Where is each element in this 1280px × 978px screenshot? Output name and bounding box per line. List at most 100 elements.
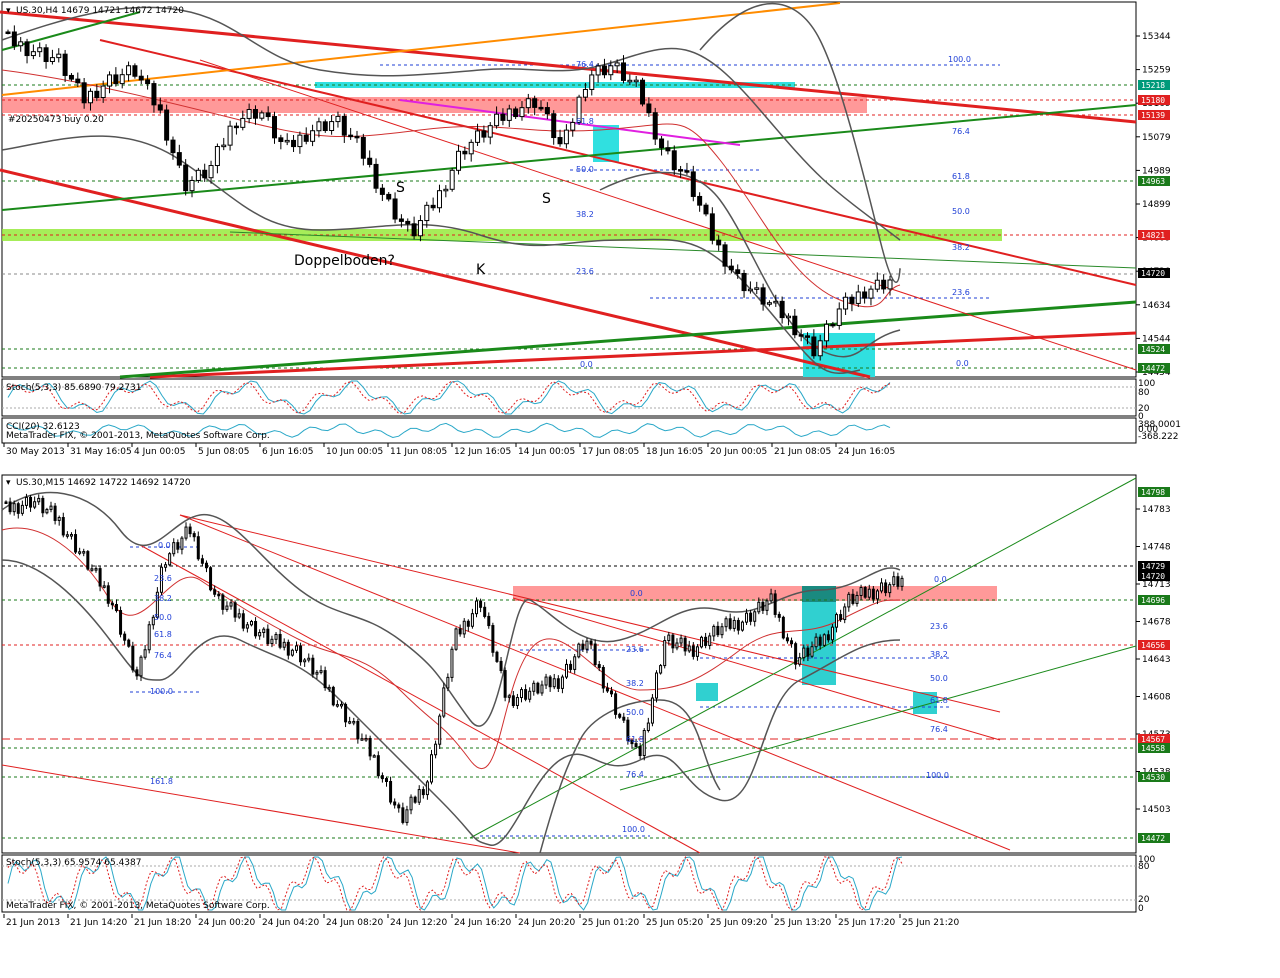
candle-body bbox=[138, 75, 144, 81]
fib-label: 23.6 bbox=[626, 645, 644, 654]
candle-body bbox=[110, 602, 114, 606]
candle-body bbox=[824, 323, 830, 342]
y-tick-label: 14503 bbox=[1142, 805, 1171, 815]
candle-body bbox=[299, 645, 303, 663]
candle-body bbox=[500, 113, 506, 121]
candle-body bbox=[695, 646, 699, 657]
candle-body bbox=[373, 163, 379, 189]
candle-body bbox=[871, 588, 875, 600]
candle-body bbox=[380, 775, 384, 780]
candle-body bbox=[258, 632, 262, 637]
x-tick-label: 12 Jun 16:05 bbox=[454, 447, 511, 457]
candle-body bbox=[303, 659, 307, 663]
price-label: 14567 bbox=[1141, 735, 1165, 744]
candle-body bbox=[703, 204, 709, 215]
y-tick-label: 14899 bbox=[1142, 200, 1171, 210]
candle-body bbox=[781, 616, 785, 639]
candle-body bbox=[544, 676, 548, 686]
candle-body bbox=[107, 74, 113, 87]
candle-body bbox=[135, 669, 139, 677]
y-tick-label: 14643 bbox=[1142, 655, 1171, 665]
candle-body bbox=[690, 171, 696, 197]
candle-body bbox=[11, 31, 17, 47]
candle-body bbox=[237, 613, 241, 618]
candle-body bbox=[595, 65, 601, 76]
price-label: 14558 bbox=[1141, 744, 1165, 753]
candle-body bbox=[354, 135, 360, 139]
x-tick-label: 24 Jun 00:20 bbox=[198, 918, 255, 928]
candle-body bbox=[683, 637, 687, 652]
candle-body bbox=[434, 743, 438, 756]
candle-body bbox=[798, 334, 804, 337]
candle-body bbox=[573, 656, 577, 670]
h4-panel[interactable]: 76.4 61.8 50.0 38.2 23.6 0.0 100.0 76.4 … bbox=[0, 1, 1171, 379]
candle-body bbox=[520, 689, 524, 699]
candle-body bbox=[503, 670, 507, 698]
candle-body bbox=[225, 605, 229, 610]
candle-body bbox=[270, 638, 274, 645]
candle-body bbox=[449, 169, 455, 190]
candle-body bbox=[659, 138, 665, 149]
candle-body bbox=[127, 639, 131, 647]
candle-body bbox=[826, 634, 830, 641]
dropdown-arrow-icon[interactable]: ▾ bbox=[6, 478, 11, 488]
candle-body bbox=[74, 534, 78, 553]
candle-body bbox=[863, 587, 867, 598]
candle-body bbox=[479, 600, 483, 608]
candle-body bbox=[68, 74, 74, 80]
candle-body bbox=[761, 601, 765, 611]
copyright-text: MetaTrader FIX, © 2001-2013, MetaQuotes … bbox=[6, 901, 270, 911]
candle-body bbox=[398, 218, 404, 222]
candle-body bbox=[760, 287, 766, 305]
candle-body bbox=[94, 90, 100, 98]
fib-label: 23.6 bbox=[154, 574, 172, 583]
x-tick-label: 6 Jun 16:05 bbox=[262, 447, 313, 457]
fib-label: 100.0 bbox=[150, 687, 173, 696]
price-label: 14729 bbox=[1141, 562, 1165, 571]
annotation-doppelboden: Doppelboden? bbox=[294, 253, 395, 269]
candle-body bbox=[307, 657, 311, 661]
candle-body bbox=[700, 636, 704, 648]
candle-body bbox=[665, 147, 671, 152]
candle-body bbox=[266, 628, 270, 645]
candle-body bbox=[581, 643, 585, 650]
dropdown-arrow-icon[interactable]: ▾ bbox=[6, 6, 11, 16]
candle-body bbox=[528, 690, 532, 700]
candle-body bbox=[513, 108, 519, 118]
candle-body bbox=[757, 601, 761, 613]
candle-body bbox=[16, 503, 20, 514]
candle-body bbox=[368, 737, 372, 757]
candle-body bbox=[556, 678, 560, 689]
candle-body bbox=[297, 134, 303, 148]
x-tick-label: 24 Jun 20:20 bbox=[518, 918, 575, 928]
candle-body bbox=[145, 79, 151, 85]
candle-body bbox=[265, 112, 271, 118]
candle-body bbox=[814, 636, 818, 648]
fib-label: 100.0 bbox=[926, 771, 949, 780]
m15-panel[interactable]: 0.0 23.6 38.2 50.0 61.8 76.4 100.0 161.8… bbox=[1, 474, 1171, 854]
candle-body bbox=[331, 686, 335, 706]
candle-body bbox=[252, 109, 258, 119]
candle-body bbox=[536, 682, 540, 694]
candle-body bbox=[691, 645, 695, 657]
candle-body bbox=[679, 637, 683, 644]
price-label: 14524 bbox=[1141, 345, 1165, 354]
candle-body bbox=[262, 628, 266, 634]
candle-body bbox=[229, 602, 233, 607]
candle-body bbox=[481, 130, 487, 138]
candle-body bbox=[468, 141, 474, 155]
annotation-s2: S bbox=[542, 191, 551, 207]
candle-body bbox=[119, 74, 125, 85]
h4-price-labels: 15218 15180 15139 14963 14821 14720 14524 14472 bbox=[1138, 80, 1170, 373]
candle-body bbox=[646, 722, 650, 731]
candle-body bbox=[78, 551, 82, 554]
candle-body bbox=[405, 220, 411, 225]
x-tick-label: 24 Jun 08:20 bbox=[326, 918, 383, 928]
candle-body bbox=[360, 136, 366, 159]
candle-body bbox=[817, 340, 823, 357]
cyan-box-4 bbox=[696, 683, 718, 701]
x-tick-label: 20 Jun 00:05 bbox=[710, 447, 767, 457]
fib-label: 38.2 bbox=[626, 679, 644, 688]
candle-body bbox=[538, 106, 544, 110]
candle-body bbox=[620, 62, 626, 81]
